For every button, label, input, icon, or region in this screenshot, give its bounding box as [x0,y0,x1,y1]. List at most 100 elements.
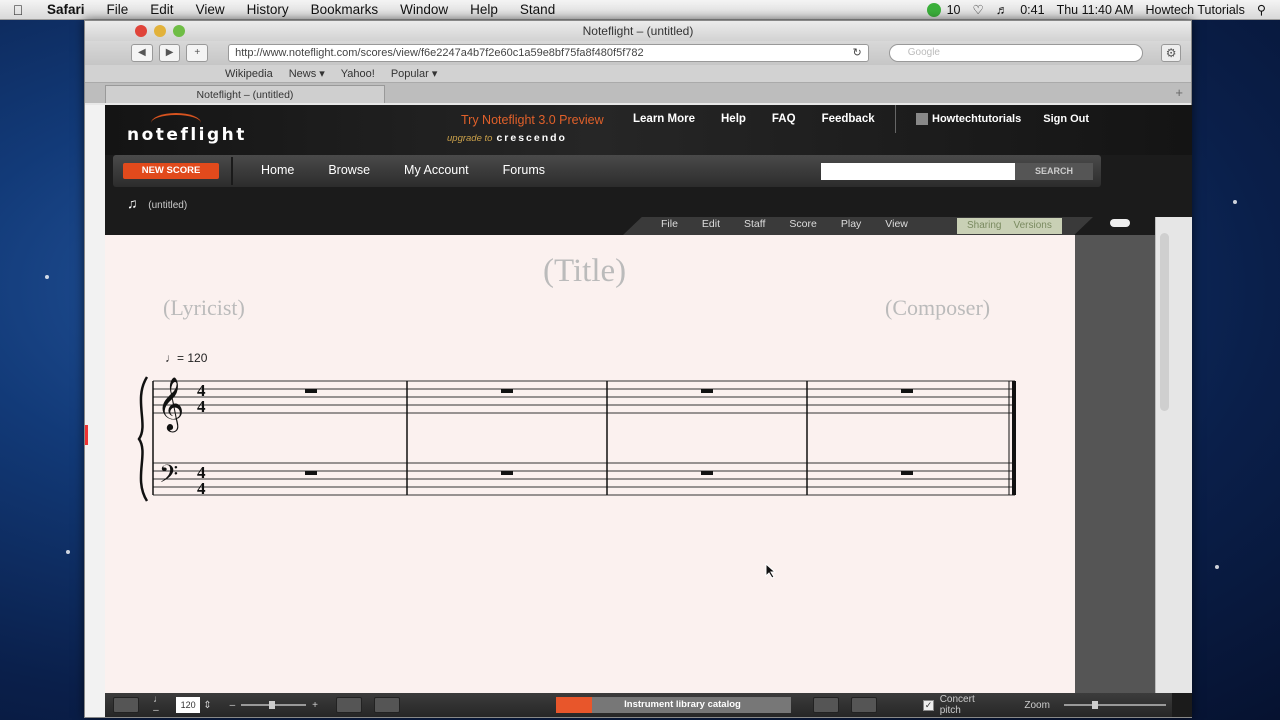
link-feedback[interactable]: Feedback [822,113,875,125]
apple-menu-icon[interactable]:  [0,2,36,18]
tempo-input[interactable]: 120 [176,697,201,713]
tempo-stepper-icon[interactable]: ⇕ [203,700,211,711]
whole-rest[interactable] [305,471,317,475]
menu-bookmarks[interactable]: Bookmarks [300,2,390,17]
score-right-gutter [1075,235,1155,693]
score-composer[interactable]: (Composer) [885,295,990,321]
tab-noteflight[interactable]: Noteflight – (untitled) [105,85,385,103]
link-help[interactable]: Help [721,113,746,125]
concert-pitch-checkbox[interactable]: ✓ [923,699,934,711]
nav-links: Home Browse My Account Forums [261,163,545,177]
minimize-button[interactable] [154,25,166,37]
user-account-link[interactable]: Howtechtutorials [916,112,1022,126]
tempo-marking[interactable]: ♩= 120 [165,351,207,365]
menu-edit[interactable]: Edit [139,2,184,17]
wifi-icon[interactable]: ♡ [967,2,990,17]
speaker-button[interactable] [335,697,363,713]
editor-menu-staff[interactable]: Staff [744,218,765,230]
forward-button[interactable]: ▶ [158,44,181,62]
link-learn-more[interactable]: Learn More [633,113,695,125]
menu-window[interactable]: Window [389,2,459,17]
menu-stand[interactable]: Stand [509,2,566,17]
search-field[interactable]: Google [888,44,1144,62]
score-title[interactable]: (Title) [543,253,626,290]
whole-rest[interactable] [501,389,513,393]
nav-my-account[interactable]: My Account [404,163,469,177]
tempo-minus[interactable]: – [230,700,236,711]
bookmark-popular[interactable]: Popular ▾ [391,67,438,80]
bookmark-news[interactable]: News ▾ [289,67,325,80]
user-name[interactable]: Howtech Tutorials [1139,3,1250,17]
site-search-button[interactable]: SEARCH [1015,163,1093,180]
desktop-star [1233,200,1237,204]
nav-home[interactable]: Home [261,163,294,177]
tempo-plus[interactable]: + [312,700,318,711]
treble-rests[interactable] [305,389,913,393]
zoom-slider[interactable] [1063,701,1166,709]
close-button[interactable] [135,25,147,37]
mixer-button[interactable] [374,697,401,713]
whole-rest[interactable] [701,471,713,475]
brace [137,376,149,502]
tab-sharing[interactable]: Sharing [967,220,1001,232]
reload-icon[interactable]: ↻ [853,45,862,61]
zoom-slider-thumb[interactable] [1091,701,1098,709]
nav-browse[interactable]: Browse [328,163,370,177]
panel-toggle[interactable] [1110,219,1130,227]
zoom-button[interactable] [173,25,185,37]
menu-app[interactable]: Safari [36,2,96,17]
scrollbar-thumb[interactable] [1160,233,1169,411]
link-faq[interactable]: FAQ [772,113,796,125]
menu-view[interactable]: View [185,2,236,17]
menu-history[interactable]: History [236,2,300,17]
gear-icon[interactable]: ⚙ [1161,44,1181,62]
instrument-library-label: Instrument library catalog [624,699,741,710]
menu-help[interactable]: Help [459,2,509,17]
bass-rests[interactable] [305,471,913,475]
editor-menu-score[interactable]: Score [789,218,816,230]
editor-menu-view[interactable]: View [885,218,908,230]
volume-icon[interactable]: ♬ [990,3,1015,17]
grand-staff[interactable]: 𝄞 𝄢 4 4 4 4 [135,369,1025,509]
status-count[interactable]: 10 [941,3,967,17]
tab-versions[interactable]: Versions [1013,220,1051,232]
new-score-button[interactable]: NEW SCORE [123,163,219,179]
menu-file[interactable]: File [96,2,140,17]
url-bar[interactable]: http://www.noteflight.com/scores/view/f6… [228,44,869,62]
tempo-slider-thumb[interactable] [269,701,276,709]
note-duration-icon[interactable]: ♩ – [153,694,170,716]
instrument-library-bar[interactable]: Instrument library catalog [556,697,792,713]
whole-rest[interactable] [501,471,513,475]
whole-rest[interactable] [305,389,317,393]
new-tab-button[interactable]: + [1175,85,1183,100]
user-account-name: Howtechtutorials [932,112,1022,125]
score-lyricist[interactable]: (Lyricist) [163,295,245,321]
mouse-cursor-icon [765,563,777,579]
palette-button[interactable] [113,697,140,713]
editor-menu-file[interactable]: File [661,218,678,230]
editor-menu-play[interactable]: Play [841,218,861,230]
clock[interactable]: Thu 11:40 AM [1051,3,1140,17]
page-scrollbar[interactable] [1155,217,1192,693]
bookmark-wikipedia[interactable]: Wikipedia [225,68,273,80]
site-logo[interactable]: noteflight [127,125,247,145]
spotlight-icon[interactable]: ⚲ [1251,2,1272,17]
nav-forums[interactable]: Forums [503,163,545,177]
whole-rest[interactable] [901,389,913,393]
piano-button[interactable] [851,697,878,713]
sign-out-link[interactable]: Sign Out [1043,113,1089,125]
bookmark-yahoo[interactable]: Yahoo! [341,68,375,80]
battery-text[interactable]: 0:41 [1014,3,1050,17]
score-sheet[interactable]: (Title) (Lyricist) (Composer) ♩= 120 𝄞 𝄢… [85,235,1075,693]
editor-menu-edit[interactable]: Edit [702,218,720,230]
whole-rest[interactable] [701,389,713,393]
site-search-input[interactable] [821,163,1015,180]
whole-rest[interactable] [901,471,913,475]
add-bookmark-button[interactable]: + [186,44,209,62]
tempo-slider[interactable] [241,701,307,709]
keyboard-button[interactable] [813,697,840,713]
back-button[interactable]: ◀ [131,44,153,62]
status-circle-icon[interactable] [926,2,941,17]
promo-sub[interactable]: upgrade to crescendo [447,132,567,144]
promo-link[interactable]: Try Noteflight 3.0 Preview [461,113,604,127]
